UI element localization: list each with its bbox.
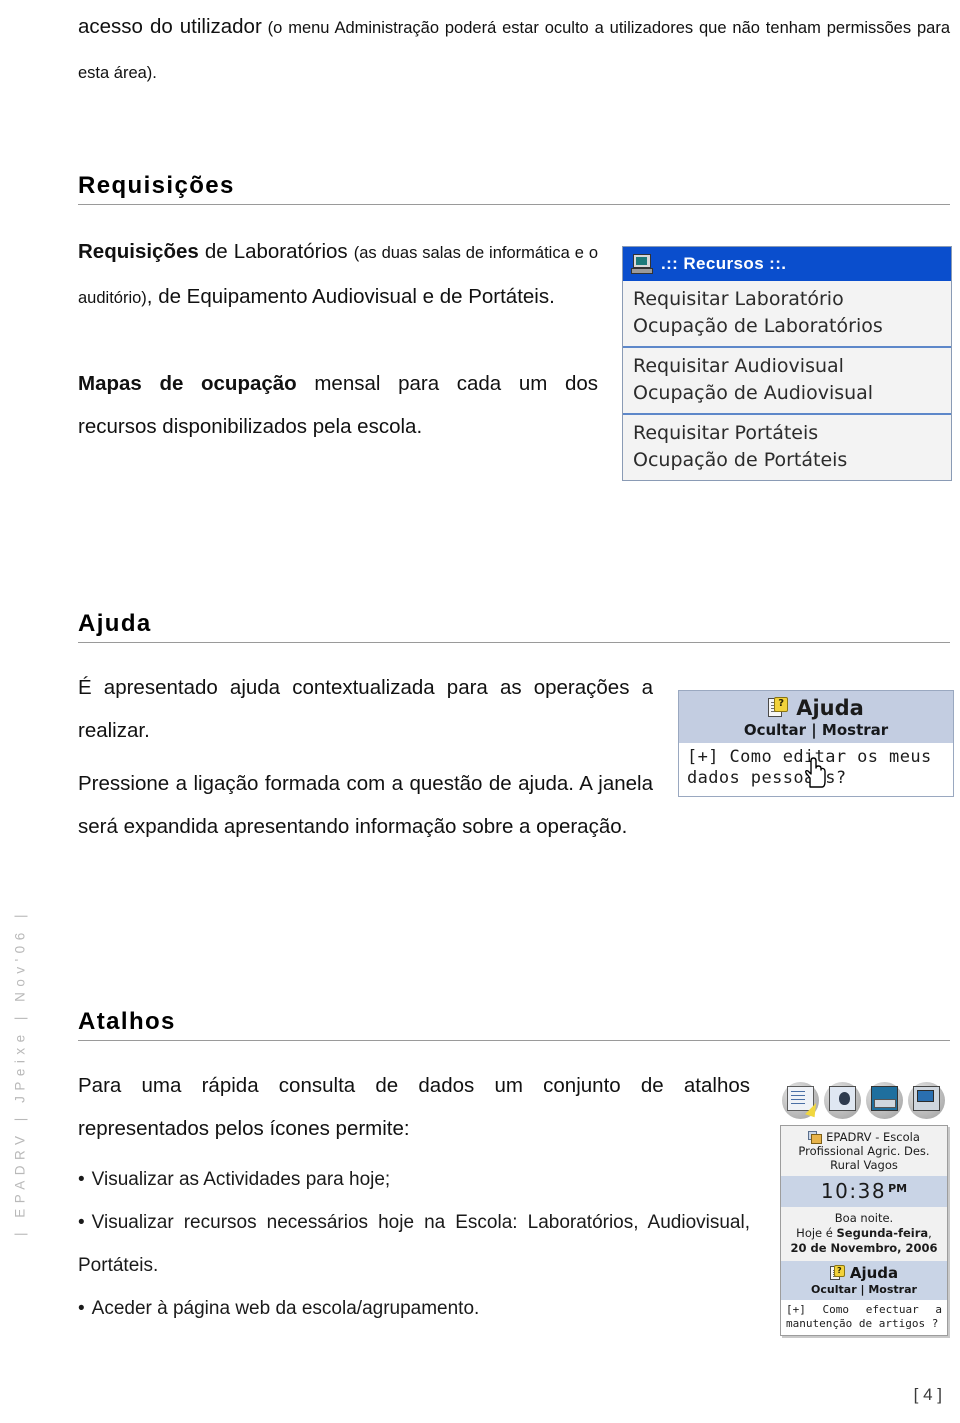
help-document-icon: ?	[768, 697, 789, 719]
bullet-text: Visualizar as Actividades para hoje;	[91, 1169, 391, 1190]
today-prefix: Hoje é	[796, 1226, 837, 1240]
ocultar-link[interactable]: Ocultar	[744, 721, 806, 739]
school-identity-block: EPADRV - Escola Profissional Agric. Des.…	[781, 1126, 947, 1176]
panel-ajuda-title: Ajuda	[849, 1264, 899, 1282]
school-name-line2: Profissional Agric. Des.	[798, 1144, 930, 1158]
section-heading-ajuda: Ajuda	[78, 610, 950, 643]
greeting-block: Boa noite. Hoje é Segunda-feira, 20 de N…	[781, 1207, 947, 1261]
ajuda-widget-header: ? Ajuda Ocultar | Mostrar	[679, 691, 953, 743]
bullet-text: Visualizar recursos necessários hoje na …	[78, 1212, 750, 1276]
heading-rule	[78, 1040, 950, 1041]
list-item: • Aceder à página web da escola/agrupamen…	[78, 1287, 750, 1330]
bullet-marker: •	[78, 1212, 85, 1233]
heading-rule	[78, 642, 950, 643]
today-comma: ,	[928, 1226, 932, 1240]
link-separator: |	[860, 1283, 865, 1296]
list-item: • Visualizar as Actividades para hoje;	[78, 1158, 750, 1201]
ajuda-widget-title: Ajuda	[796, 696, 864, 720]
section-heading-atalhos: Atalhos	[78, 1008, 950, 1041]
school-info-panel: EPADRV - Escola Profissional Agric. Des.…	[780, 1125, 948, 1336]
req-mid-1: de Laboratórios	[198, 240, 354, 263]
ajuda-widget-links: Ocultar | Mostrar	[679, 721, 953, 739]
menu-item-ocupacao-audiovisual[interactable]: Ocupação de Audiovisual	[633, 380, 951, 407]
menu-item-requisitar-portateis[interactable]: Requisitar Portáteis	[633, 420, 951, 447]
heading-text: Atalhos	[78, 1008, 176, 1035]
menu-item-ocupacao-portateis[interactable]: Ocupação de Portáteis	[633, 447, 951, 474]
clock-separator: :	[849, 1179, 858, 1203]
recursos-group-laboratorios: Requisitar Laboratório Ocupação de Labor…	[623, 281, 951, 348]
panel-ajuda-links: Ocultar | Mostrar	[781, 1283, 947, 1296]
requisicoes-paragraph-1: Requisições de Laboratórios (as duas sal…	[78, 230, 598, 320]
ajuda-text-2: Pressione a ligação formada com a questã…	[78, 772, 653, 838]
clock-ampm: PM	[888, 1181, 908, 1195]
school-house-icon	[808, 1130, 823, 1144]
recursos-group-portateis: Requisitar Portáteis Ocupação de Portáte…	[623, 415, 951, 480]
atalhos-bullet-list: • Visualizar as Actividades para hoje; • V…	[78, 1158, 750, 1330]
heading-text: Ajuda	[78, 610, 152, 637]
today-weekday: Segunda-feira	[836, 1226, 929, 1240]
link-separator: |	[811, 721, 817, 739]
today-date: 20 de Novembro, 2006	[790, 1241, 938, 1255]
greeting-text: Boa noite.	[834, 1211, 894, 1225]
req-bold-2: Mapas de ocupação	[78, 372, 297, 395]
heading-rule	[78, 204, 950, 205]
atalhos-paragraph-1: Para uma rápida consulta de dados um con…	[78, 1064, 750, 1150]
ocultar-link[interactable]: Ocultar	[811, 1283, 857, 1296]
clock-block: 10:38 PM	[781, 1176, 947, 1207]
panel-ajuda-header: ? Ajuda Ocultar | Mostrar	[781, 1261, 947, 1300]
computer-monitor-icon	[631, 254, 653, 274]
hand-cursor	[805, 757, 826, 788]
vertical-running-head: | EPADRV | JPeixe | Nov'06 |	[0, 0, 62, 1423]
running-head-text: | EPADRV | JPeixe | Nov'06 |	[12, 909, 28, 1236]
intro-paragraph: acesso do utilizador (o menu Administraç…	[78, 5, 950, 95]
screenshot-ajuda-widget: ? Ajuda Ocultar | Mostrar [+] Como edita…	[678, 690, 954, 797]
help-document-icon: ?	[829, 1265, 845, 1281]
menu-item-requisitar-laboratorio[interactable]: Requisitar Laboratório	[633, 286, 951, 313]
school-name-line3: Rural Vagos	[830, 1158, 898, 1172]
document-page: | EPADRV | JPeixe | Nov'06 | acesso do u…	[0, 0, 960, 1423]
screenshot-atalhos-panel: EPADRV - Escola Profissional Agric. Des.…	[780, 1082, 950, 1336]
ajuda-text-1: É apresentado ajuda contextualizada para…	[78, 676, 653, 742]
req-bold-1: Requisições	[78, 240, 199, 263]
bullet-marker: •	[78, 1169, 85, 1190]
mostrar-link[interactable]: Mostrar	[822, 721, 888, 739]
menu-item-requisitar-audiovisual[interactable]: Requisitar Audiovisual	[633, 353, 951, 380]
clock-hour: 10	[820, 1179, 850, 1203]
panel-ajuda-question-link[interactable]: [+] Como efectuar a manutenção de artigo…	[781, 1300, 947, 1335]
ajuda-widget-body: [+] Como editar os meus dados pessoais?	[679, 743, 953, 796]
atalhos-text-1: Para uma rápida consulta de dados um con…	[78, 1074, 750, 1140]
ajuda-paragraph-2: Pressione a ligação formada com a questã…	[78, 762, 653, 848]
ajuda-paragraph-1: É apresentado ajuda contextualizada para…	[78, 666, 653, 752]
audiovisual-projector-icon[interactable]	[866, 1082, 903, 1119]
shortcut-icon-row	[780, 1082, 950, 1119]
recursos-header: .:: Recursos ::.	[623, 247, 951, 281]
clock-minute: 38	[857, 1179, 887, 1203]
recursos-group-audiovisual: Requisitar Audiovisual Ocupação de Audio…	[623, 348, 951, 415]
menu-item-ocupacao-laboratorios[interactable]: Ocupação de Laboratórios	[633, 313, 951, 340]
mostrar-link[interactable]: Mostrar	[868, 1283, 917, 1296]
recursos-title: .:: Recursos ::.	[661, 254, 787, 273]
list-item: • Visualizar recursos necessários hoje na…	[78, 1201, 750, 1287]
bullet-marker: •	[78, 1298, 85, 1319]
bullet-text: Aceder à página web da escola/agrupament…	[91, 1298, 480, 1319]
requisicoes-paragraph-2: Mapas de ocupação mensal para cada um do…	[78, 362, 598, 448]
page-number: [ 4 ]	[913, 1385, 942, 1404]
heading-text: Requisições	[78, 172, 235, 199]
intro-lead: acesso do utilizador	[78, 15, 262, 38]
screenshot-recursos-menu: .:: Recursos ::. Requisitar Laboratório …	[622, 246, 952, 481]
section-heading-requisicoes: Requisições	[78, 172, 950, 205]
laptop-icon[interactable]	[908, 1082, 945, 1119]
req-tail-1: , de Equipamento Audiovisual e de Portát…	[146, 285, 555, 308]
activities-document-icon[interactable]	[782, 1082, 819, 1119]
laboratory-board-icon[interactable]	[824, 1082, 861, 1119]
school-name-line1: EPADRV - Escola	[826, 1130, 920, 1144]
